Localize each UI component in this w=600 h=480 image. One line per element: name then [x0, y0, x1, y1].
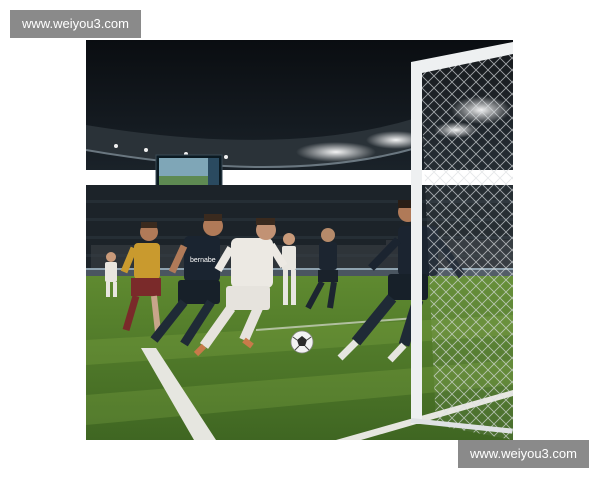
jersey-sponsor: bernabe: [190, 257, 216, 264]
football-photo: bernabe: [86, 40, 513, 440]
football: [290, 330, 314, 354]
watermark-top: www.weiyou3.com: [10, 10, 141, 38]
watermark-bottom: www.weiyou3.com: [458, 440, 589, 468]
